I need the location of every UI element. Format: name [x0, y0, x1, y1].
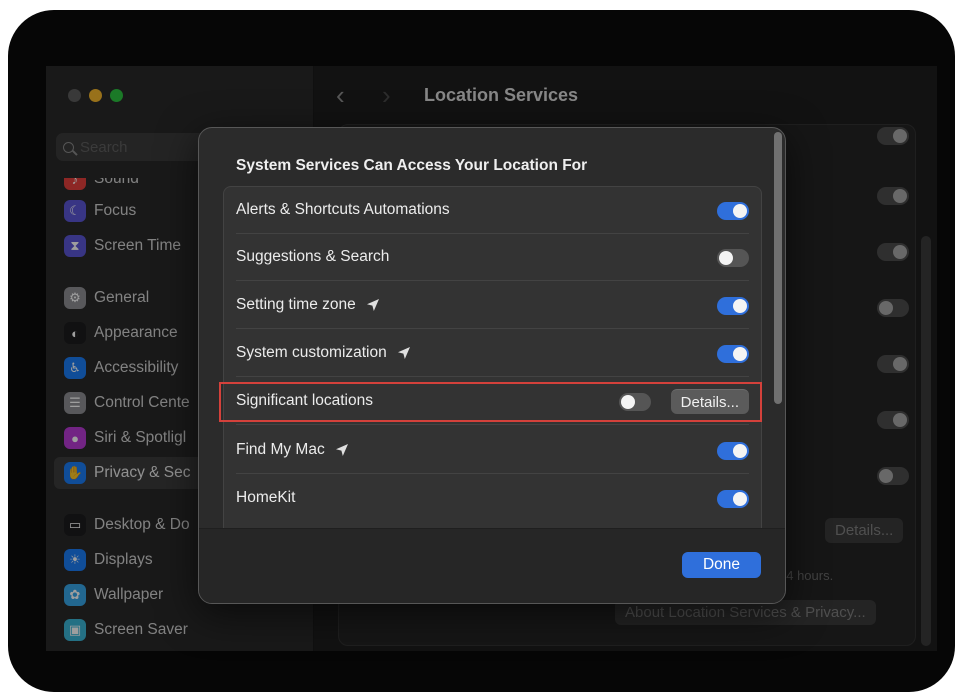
toggle-knob	[733, 204, 747, 218]
service-label: System customization	[236, 344, 387, 361]
row-divider	[236, 473, 749, 474]
row-divider	[236, 280, 749, 281]
service-label-group: Suggestions & Search	[236, 248, 389, 266]
service-toggle[interactable]	[717, 345, 749, 363]
service-row-setting-time-zone: Setting time zone	[224, 282, 761, 329]
service-label: Setting time zone	[236, 296, 356, 313]
toggle-knob	[733, 444, 747, 458]
service-row-system-customization: System customization	[224, 330, 761, 377]
done-button[interactable]: Done	[682, 552, 761, 578]
sheet-footer: Done	[199, 529, 785, 603]
toggle-knob	[719, 251, 733, 265]
service-toggle[interactable]	[717, 202, 749, 220]
service-toggle[interactable]	[717, 249, 749, 267]
service-row-homekit: HomeKit	[224, 475, 761, 522]
row-divider	[236, 424, 749, 425]
toggle-knob	[733, 492, 747, 506]
service-label: Suggestions & Search	[236, 248, 390, 265]
service-row-alerts-shortcuts-automations: Alerts & Shortcuts Automations	[224, 187, 761, 234]
service-label-group: Find My Mac	[236, 441, 349, 459]
service-toggle[interactable]	[717, 297, 749, 315]
service-label-group: HomeKit	[236, 489, 295, 507]
location-arrow-icon	[397, 346, 411, 360]
service-label-group: Setting time zone	[236, 296, 380, 314]
service-label-group: System customization	[236, 344, 411, 362]
row-divider	[236, 376, 749, 377]
system-services-sheet: System Services Can Access Your Location…	[198, 127, 786, 604]
toggle-knob	[733, 347, 747, 361]
location-arrow-icon	[335, 443, 349, 457]
toggle-knob	[733, 299, 747, 313]
service-label: HomeKit	[236, 489, 296, 506]
sheet-scrollbar[interactable]	[774, 132, 782, 404]
service-label: Alerts & Shortcuts Automations	[236, 201, 450, 218]
service-row-suggestions-search: Suggestions & Search	[224, 234, 761, 281]
system-services-list: Alerts & Shortcuts Automations Suggestion…	[223, 186, 762, 529]
service-row-find-my-mac: Find My Mac	[224, 427, 761, 474]
sheet-title: System Services Can Access Your Location…	[236, 157, 588, 174]
row-divider	[236, 328, 749, 329]
location-arrow-icon	[366, 298, 380, 312]
service-label-group: Alerts & Shortcuts Automations	[236, 201, 450, 219]
service-toggle[interactable]	[717, 490, 749, 508]
service-toggle[interactable]	[717, 442, 749, 460]
annotation-highlight-box	[219, 382, 762, 422]
service-label: Find My Mac	[236, 441, 325, 458]
